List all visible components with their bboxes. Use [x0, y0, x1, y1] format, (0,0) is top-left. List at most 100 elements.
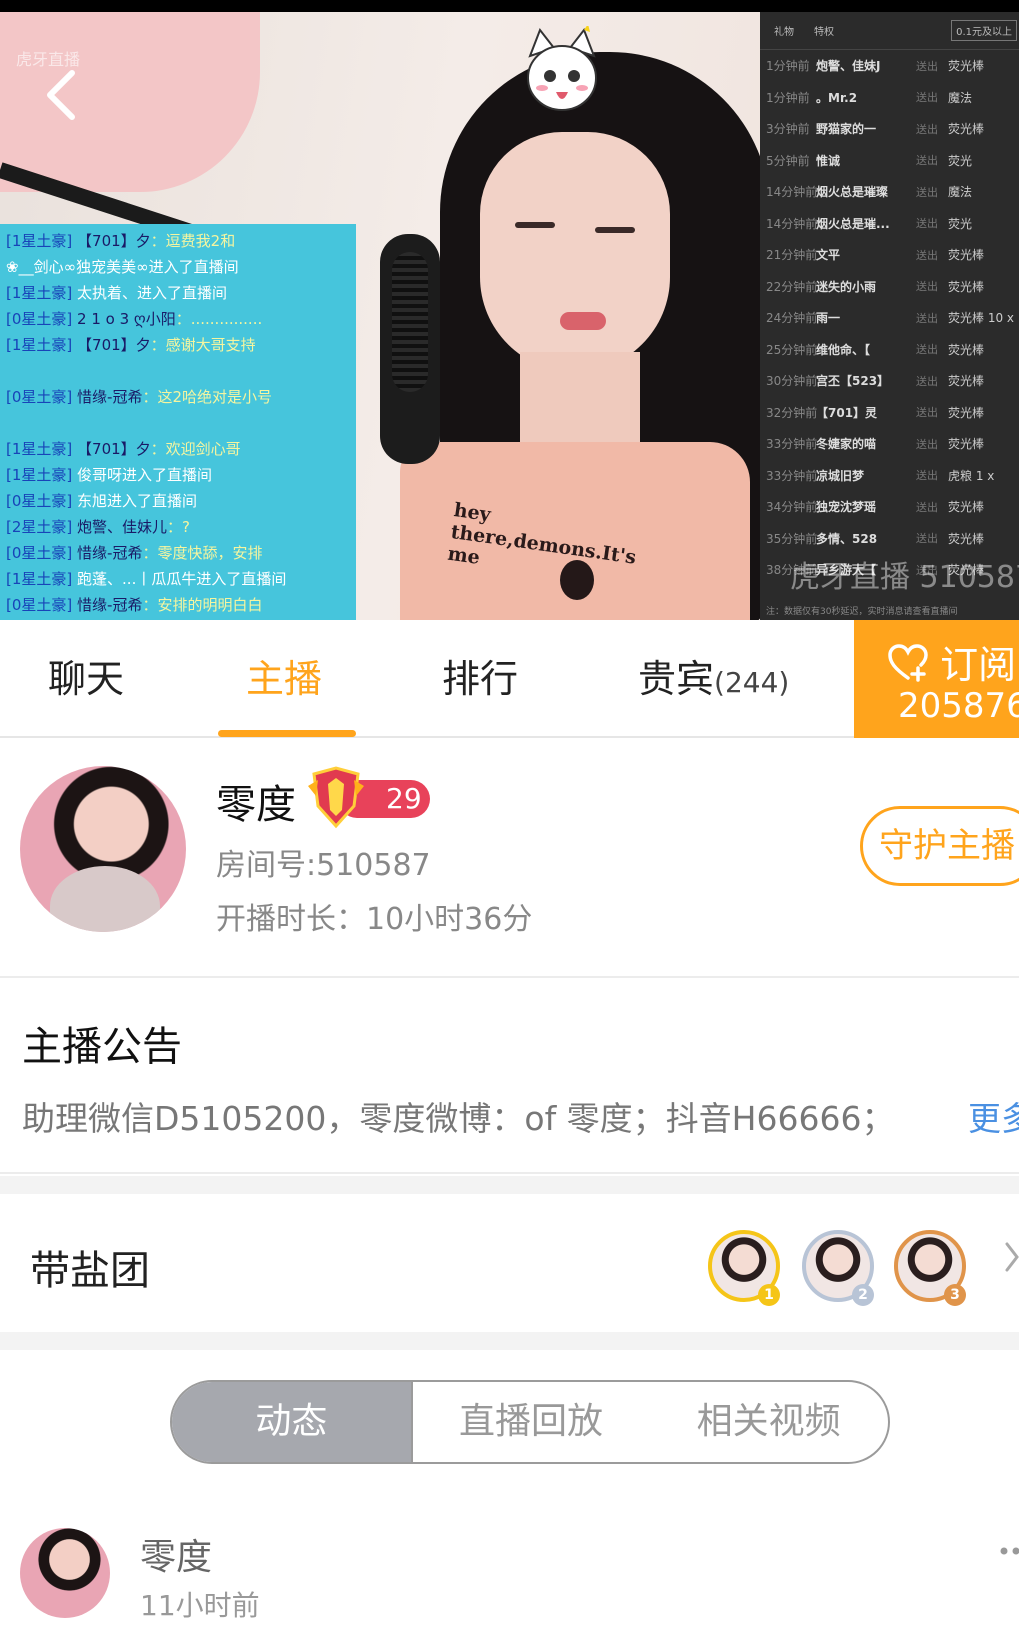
- chat-message: ：零度快舔，安排: [142, 544, 263, 562]
- gift-item: 魔法: [948, 90, 973, 105]
- chat-badge: [1星土豪]: [6, 284, 73, 302]
- chat-line: [0星土豪] 东旭进入了直播间: [6, 488, 350, 514]
- gift-record-row: 30分钟前 宫丕【523】 送出 荧光棒: [760, 365, 1019, 397]
- tab-active-indicator: [218, 730, 356, 737]
- streamer-eye: [515, 222, 555, 228]
- section-divider: [0, 1176, 1019, 1194]
- gift-action: 送出: [916, 217, 938, 231]
- gift-record-row: 1分钟前 炮警、佳妹J 送出 荧光棒: [760, 50, 1019, 82]
- chat-badge: [0星土豪]: [6, 596, 73, 614]
- chat-line: [1星土豪] 【701】夕：欢迎剑心哥: [6, 436, 350, 462]
- chat-message: ：这2哈绝对是小号: [142, 388, 272, 406]
- gift-record-header: 礼物 特权 0.1元及以上: [760, 12, 1019, 50]
- tab-chat[interactable]: 聊天: [48, 620, 124, 738]
- chat-badge: [2星土豪]: [6, 518, 73, 536]
- segment-replay[interactable]: 直播回放: [410, 1382, 650, 1462]
- gift-record-row: 32分钟前 【701】灵 送出 荧光棒: [760, 397, 1019, 429]
- announcement-more-link[interactable]: 更多: [968, 1092, 1019, 1140]
- chat-badge: [0星土豪]: [6, 544, 73, 562]
- gift-time: 34分钟前: [766, 500, 818, 515]
- gift-item: 荧光: [948, 153, 973, 168]
- tab-anchor[interactable]: 主播: [246, 620, 322, 738]
- back-button[interactable]: [40, 67, 80, 123]
- chat-line: [0星土豪] 惜缘-冠希：这2哈绝对是小号: [6, 384, 350, 410]
- gift-sender: 。Mr.2: [816, 90, 858, 105]
- gift-time: 32分钟前: [766, 405, 818, 420]
- chat-badge: [0星土豪]: [6, 492, 73, 510]
- chat-badge: [1星土豪]: [6, 570, 73, 588]
- gift-item: 荧光棒: [948, 531, 985, 546]
- gift-record-row: 33分钟前 冬婕家的喵 送出 荧光棒: [760, 428, 1019, 460]
- feed-post[interactable]: 零度 11小时前: [0, 1516, 1019, 1647]
- gift-item: 荧光棒: [948, 437, 985, 452]
- gift-column-label: 礼物: [774, 27, 794, 38]
- gift-sender: 迷失的小雨: [816, 279, 877, 294]
- tab-vip-label: 贵宾: [638, 657, 715, 701]
- gift-item: 荧光棒: [948, 248, 985, 263]
- gift-sender: 文平: [816, 248, 841, 263]
- video-frame: hey there,demons.It's me 虎牙直播 [1星土豪] 【70…: [0, 12, 760, 620]
- chat-badge: [1星土豪]: [6, 440, 73, 458]
- gift-sender: 野猫家的一: [816, 122, 877, 137]
- anchor-avatar[interactable]: [20, 766, 186, 932]
- gift-record-row: 14分钟前 烟火总是璀... 送出 荧光: [760, 208, 1019, 240]
- gift-item: 荧光棒: [948, 500, 985, 515]
- gift-item: 荧光棒 10 x: [948, 311, 1015, 326]
- chat-user: ❀__剑心∞独宠美美∞: [6, 258, 149, 276]
- gift-sender: 冬婕家的喵: [816, 437, 877, 452]
- gift-time: 14分钟前: [766, 185, 818, 200]
- gift-record-row: 35分钟前 多情、528 送出 荧光棒: [760, 523, 1019, 555]
- gift-record-row: 25分钟前 维他命、【 送出 荧光棒: [760, 334, 1019, 366]
- gift-action: 送出: [916, 91, 938, 105]
- fan-avatar: 2: [802, 1230, 874, 1306]
- gift-sender: 雨一: [816, 311, 841, 326]
- privilege-column-label: 特权: [814, 27, 834, 38]
- post-author-avatar[interactable]: [20, 1528, 110, 1618]
- section-divider: [0, 1332, 1019, 1350]
- gift-action: 送出: [916, 248, 938, 262]
- gift-sender: 独宠沈梦瑶: [816, 500, 877, 515]
- avatar-figure: [50, 866, 160, 932]
- chat-message: ：...............: [175, 310, 263, 328]
- chat-message: ：感谢大哥支持: [150, 336, 256, 354]
- tab-rank[interactable]: 排行: [442, 620, 518, 738]
- tab-vip[interactable]: 贵宾(244): [638, 620, 789, 738]
- more-options-icon[interactable]: [1000, 1546, 1019, 1556]
- cat-sticker-icon: [527, 26, 597, 111]
- gift-action: 送出: [916, 406, 938, 420]
- segment-related-videos[interactable]: 相关视频: [649, 1382, 888, 1462]
- gift-sender: 凉城旧梦: [816, 468, 865, 483]
- chat-line: [0星土豪] 惜缘-冠希：零度快舔，安排: [6, 540, 350, 566]
- chat-line: [0星土豪] 2 1 o 3 ღ小阳：...............: [6, 306, 350, 332]
- gift-time: 22分钟前: [766, 279, 818, 294]
- gift-time: 3分钟前: [766, 122, 810, 137]
- gift-record-row: 3分钟前 野猫家的一 送出 荧光棒: [760, 113, 1019, 145]
- guard-anchor-button[interactable]: 守护主播: [860, 806, 1019, 886]
- chevron-left-icon: [47, 70, 75, 120]
- video-player[interactable]: hey there,demons.It's me 虎牙直播 [1星土豪] 【70…: [0, 0, 1019, 620]
- content-segment-control: 动态 直播回放 相关视频: [170, 1380, 890, 1464]
- gift-record-panel: 礼物 特权 0.1元及以上 1分钟前 炮警、佳妹J 送出 荧光棒 1分钟前 。Mr.2 送出…: [760, 12, 1019, 620]
- chat-line: [1星土豪] 【701】夕：逗费我2和: [6, 228, 350, 254]
- anchor-profile: 零度 29 房间号:510587 开播时长：10小时36分 守护主播: [0, 740, 1019, 978]
- gift-filter: 0.1元及以上: [951, 20, 1017, 41]
- chat-line: ❀__剑心∞独宠美美∞进入了直播间: [6, 254, 350, 280]
- chat-badge: [1星土豪]: [6, 336, 73, 354]
- fan-rank-badge: 1: [758, 1284, 780, 1306]
- subscribe-button[interactable]: 订阅 205876: [854, 620, 1019, 738]
- gift-action: 送出: [916, 311, 938, 325]
- gift-record-row: 34分钟前 独宠沈梦瑶 送出 荧光棒: [760, 491, 1019, 523]
- gift-sender: 炮警、佳妹J: [816, 59, 881, 74]
- streamer-eye: [595, 227, 635, 233]
- gift-action: 送出: [916, 500, 938, 514]
- segment-feed[interactable]: 动态: [172, 1382, 411, 1462]
- chat-line: [1星土豪] 【701】夕：感谢大哥支持: [6, 332, 350, 358]
- rose-print: [560, 560, 594, 600]
- chat-user: 东旭: [77, 492, 108, 510]
- fan-club-row[interactable]: 带盐团 1 2 3: [0, 1194, 1019, 1332]
- gift-record-row: 33分钟前 凉城旧梦 送出 虎粮 1 x: [760, 460, 1019, 492]
- gift-record-row: 1分钟前 。Mr.2 送出 魔法: [760, 82, 1019, 114]
- chat-message: 进入了直播间: [122, 466, 213, 484]
- fan-club-title: 带盐团: [30, 1248, 150, 1294]
- gift-item: 荧光棒: [948, 374, 985, 389]
